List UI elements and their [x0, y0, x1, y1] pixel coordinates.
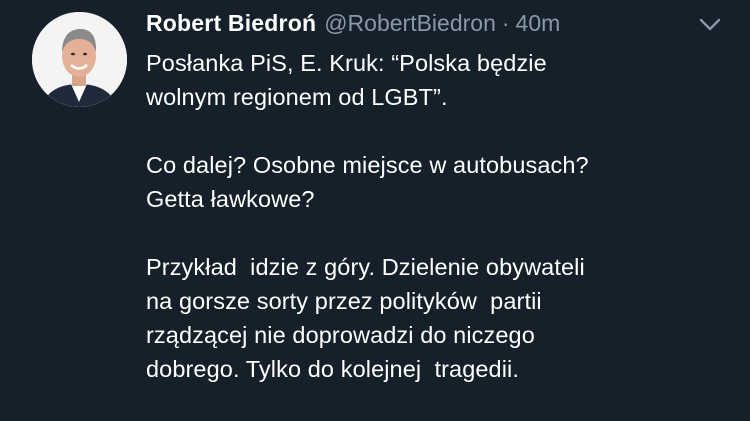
- avatar[interactable]: [32, 12, 127, 107]
- author-handle[interactable]: @RobertBiedron: [324, 10, 496, 37]
- tweet-text-line: Przykład idzie z góry. Dzielenie obywate…: [146, 254, 585, 280]
- tweet-timestamp[interactable]: 40m: [516, 10, 561, 37]
- author-name[interactable]: Robert Biedroń: [146, 10, 316, 37]
- more-options-button[interactable]: [695, 12, 725, 36]
- tweet-header: Robert Biedroń @RobertBiedron · 40m: [146, 10, 560, 40]
- tweet-text-line: Posłanka PiS, E. Kruk: “Polska będzie: [146, 50, 547, 76]
- tweet-text-line: na gorsze sorty przez polityków partii: [146, 288, 542, 314]
- tweet-text-line: rządzącej nie doprowadzi do niczego: [146, 322, 535, 348]
- tweet-text-line: dobrego. Tylko do kolejnej tragedii.: [146, 356, 519, 382]
- tweet-text-line: Getta ławkowe?: [146, 186, 315, 212]
- chevron-down-icon: [699, 18, 721, 31]
- avatar-photo-icon: [32, 12, 127, 107]
- tweet-card[interactable]: Robert Biedroń @RobertBiedron · 40m Posł…: [0, 0, 750, 421]
- tweet-text-line: Co dalej? Osobne miejsce w autobusach?: [146, 152, 589, 178]
- tweet-text: Posłanka PiS, E. Kruk: “Polska będzie wo…: [146, 46, 726, 386]
- tweet-text-line: wolnym regionem od LGBT”.: [146, 84, 448, 110]
- separator-dot: ·: [501, 10, 510, 36]
